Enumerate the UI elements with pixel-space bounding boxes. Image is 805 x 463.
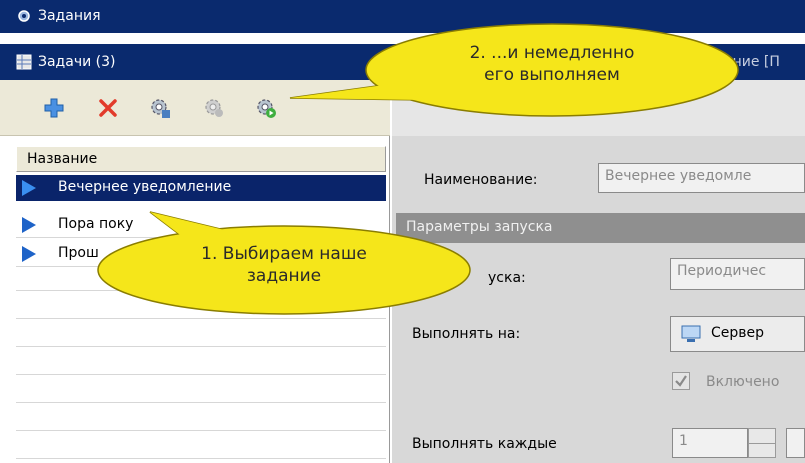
callout-step1-line2: задание xyxy=(246,266,322,287)
callout-step1-line1: 1. Выбираем наше xyxy=(201,244,367,264)
callout-layer xyxy=(97,23,739,315)
callout-step2-line2: его выполняем xyxy=(484,65,620,86)
callout-step2-text: 2. ...и немедленно его выполняем xyxy=(452,42,652,86)
callout-step1-text: 1. Выбираем наше задание xyxy=(184,243,384,287)
callout-step2-line1: 2. ...и немедленно xyxy=(469,43,635,63)
